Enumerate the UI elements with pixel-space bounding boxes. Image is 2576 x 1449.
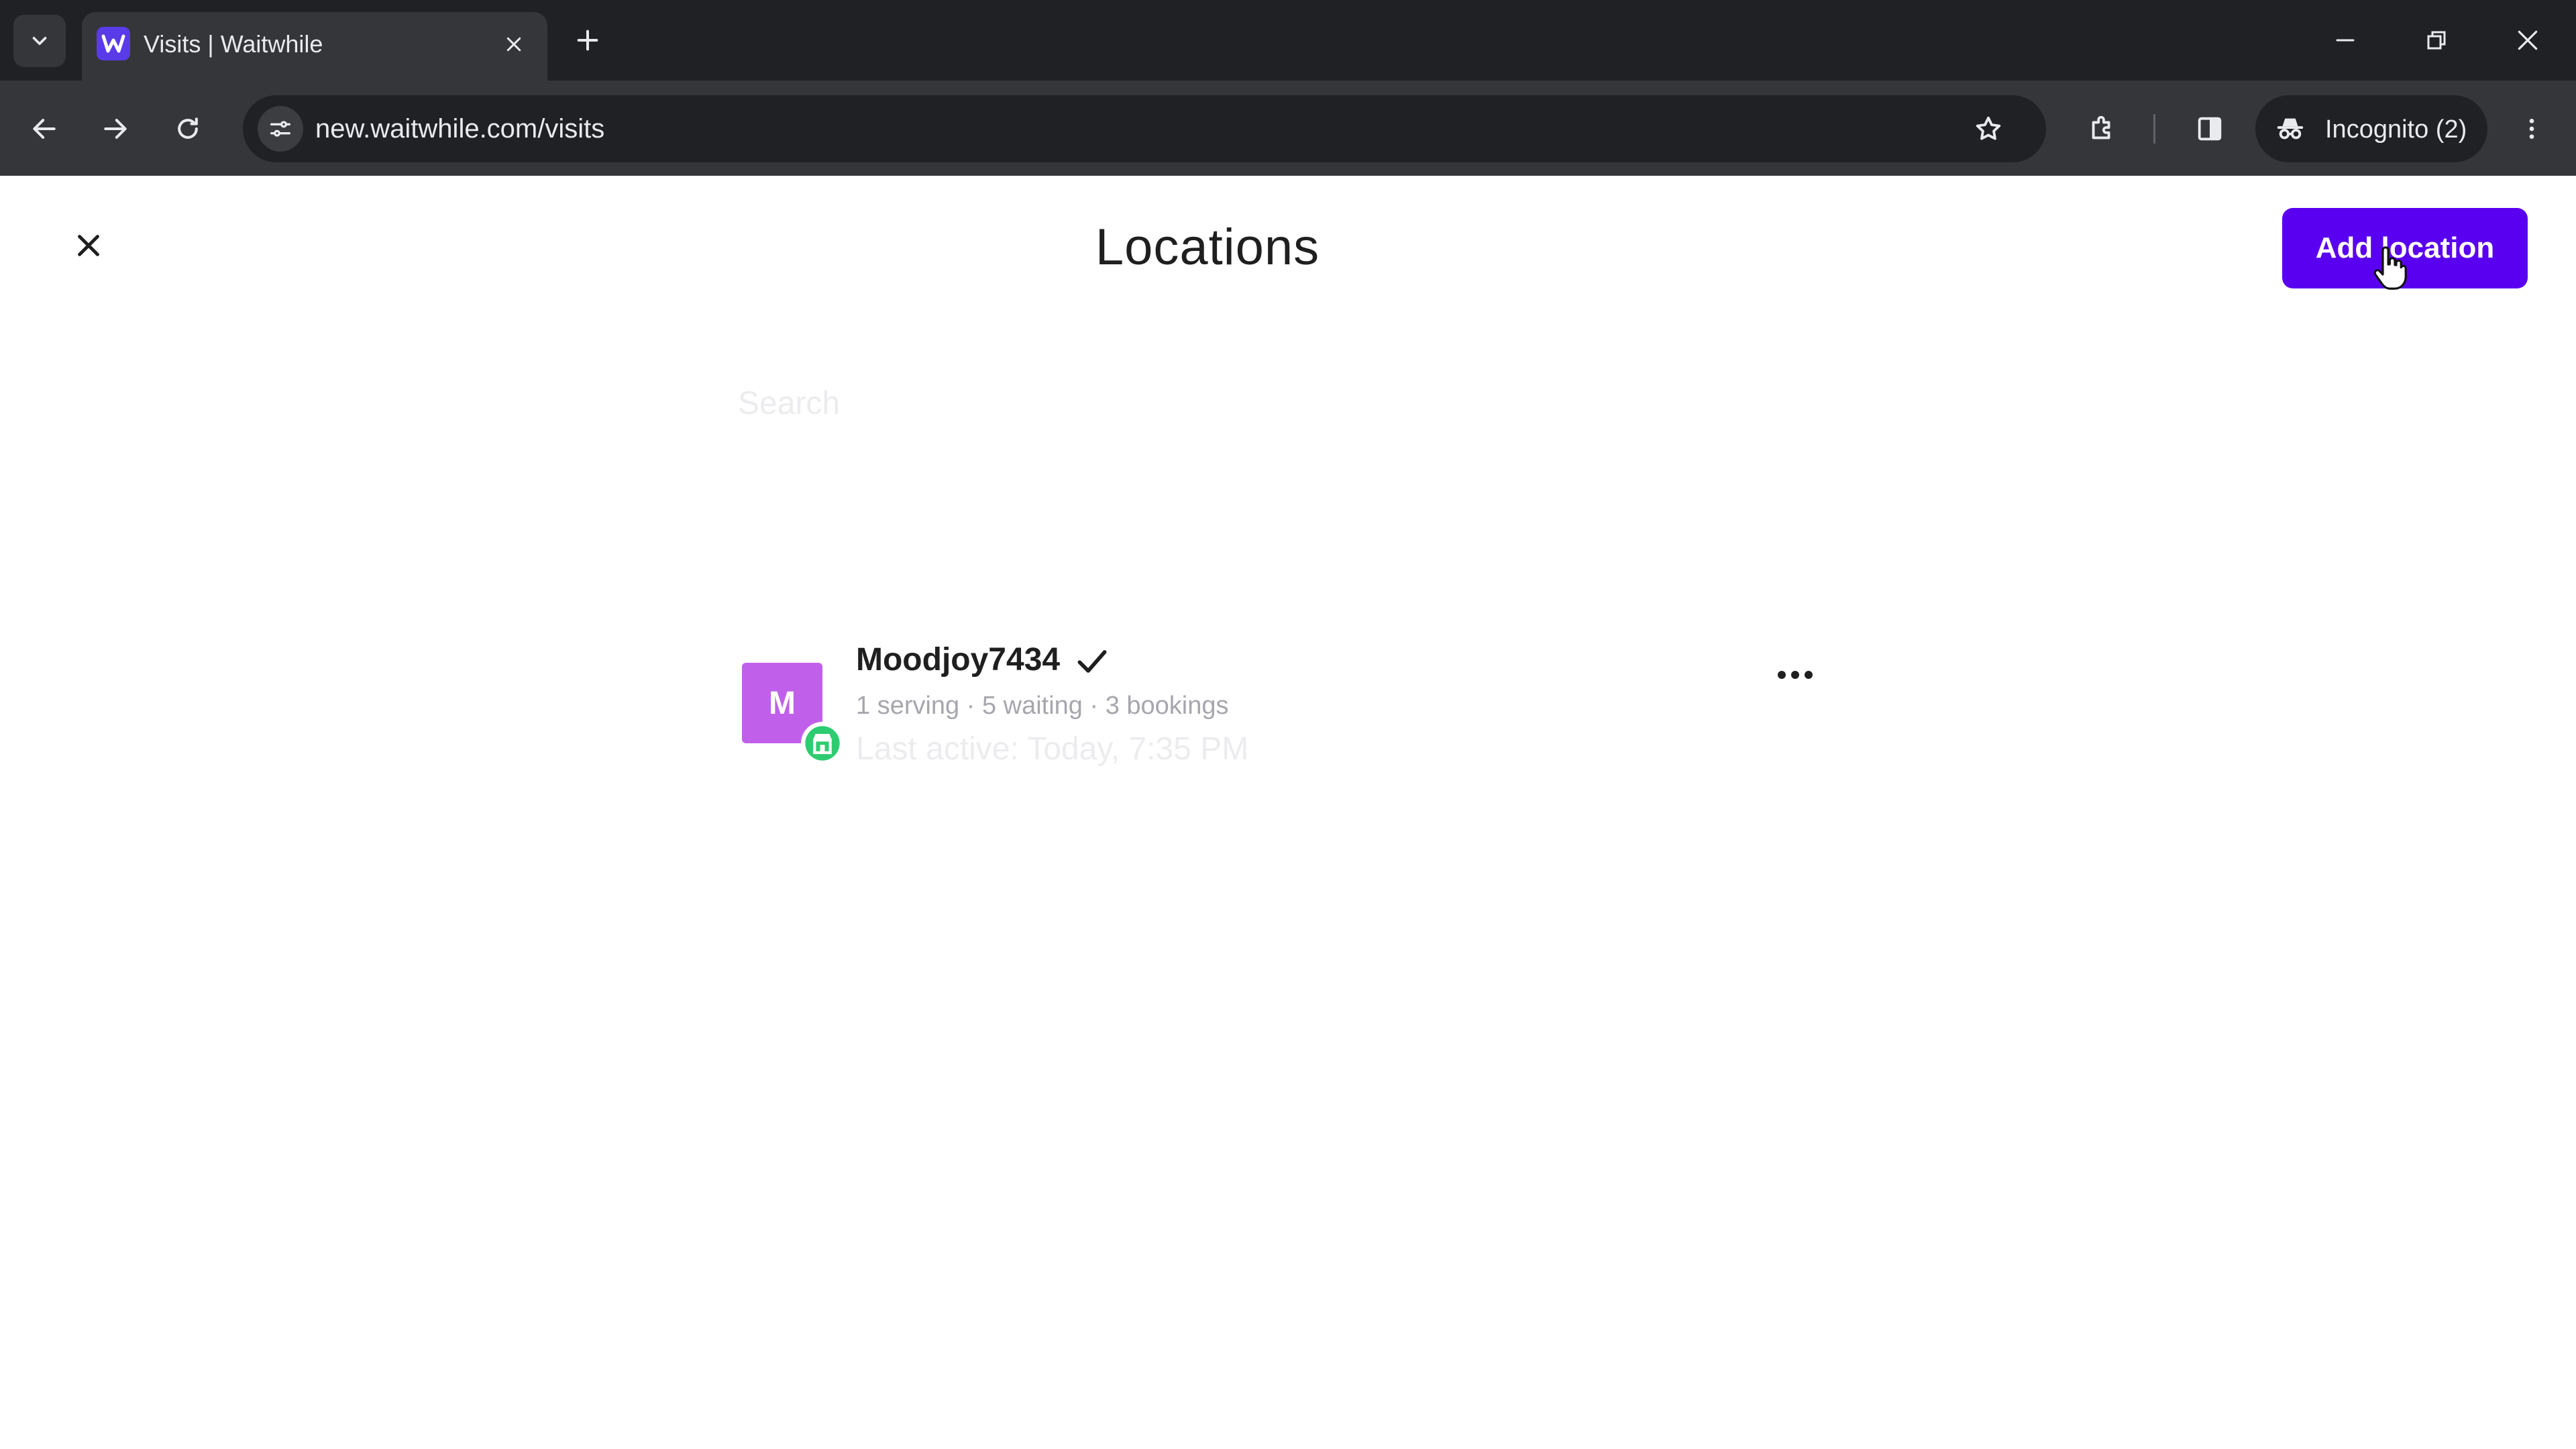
browser-tab-bar: Visits | Waitwhile [0,0,2576,80]
location-more-button[interactable] [1768,655,1822,695]
extensions-button[interactable] [2077,103,2128,154]
reload-button[interactable] [162,103,213,154]
bookmark-button[interactable] [1964,105,2012,153]
minimize-icon [2336,39,2355,42]
location-name[interactable]: Moodjoy7434 [856,640,1060,680]
side-panel-button[interactable] [2184,103,2235,154]
browser-menu-button[interactable] [2506,103,2557,154]
browser-tab-active[interactable]: Visits | Waitwhile [82,12,547,80]
store-open-icon [805,726,840,761]
more-horizontal-icon [1778,671,1813,679]
close-icon [506,37,521,52]
plus-icon [577,30,598,51]
site-info-button[interactable] [258,106,303,152]
puzzle-icon [2092,115,2110,140]
reload-icon [178,117,198,139]
arrow-left-icon [33,119,56,139]
locations-modal: Locations Add location M Moodjoy7434 1 s… [0,176,2576,1449]
browser-toolbar: new.waitwhile.com/visits Incognito (2) [0,80,2576,176]
tab-close-button[interactable] [496,27,531,62]
location-last-active: Last active: Today, 7:35 PM [856,731,1249,767]
side-panel-icon [2198,117,2222,141]
arrow-right-icon [104,119,127,139]
toolbar-divider [2153,114,2155,144]
incognito-label: Incognito (2) [2325,115,2467,144]
url-text[interactable]: new.waitwhile.com/visits [315,113,604,145]
minimize-button[interactable] [2318,13,2372,67]
waitwhile-logo-icon [97,27,130,60]
close-button[interactable] [62,219,115,272]
more-vertical-icon [2529,119,2534,139]
avatar-letter: M [769,685,796,721]
restore-button[interactable] [2410,13,2463,67]
tune-icon [270,121,290,137]
close-icon [78,235,99,256]
search-input[interactable] [737,370,1813,436]
chevron-down-icon [32,36,47,46]
back-button[interactable] [19,103,70,154]
tab-search-button[interactable] [13,15,66,67]
new-tab-button[interactable] [568,20,608,60]
location-stats: 1 serving · 5 waiting · 3 bookings [856,692,1229,720]
incognito-profile-button[interactable]: Incognito (2) [2255,95,2487,162]
close-icon [2518,30,2538,50]
checkmark-icon [1077,650,1107,673]
address-bar[interactable]: new.waitwhile.com/visits [243,95,2046,162]
restore-icon [2427,31,2446,50]
window-close-button[interactable] [2501,13,2555,67]
forward-button[interactable] [90,103,141,154]
star-icon [1976,116,2001,140]
page-title: Locations [1095,219,1320,276]
incognito-icon [2274,113,2306,145]
tab-title: Visits | Waitwhile [144,30,323,58]
hand-cursor-icon [2373,246,2407,290]
status-badge [801,722,844,765]
